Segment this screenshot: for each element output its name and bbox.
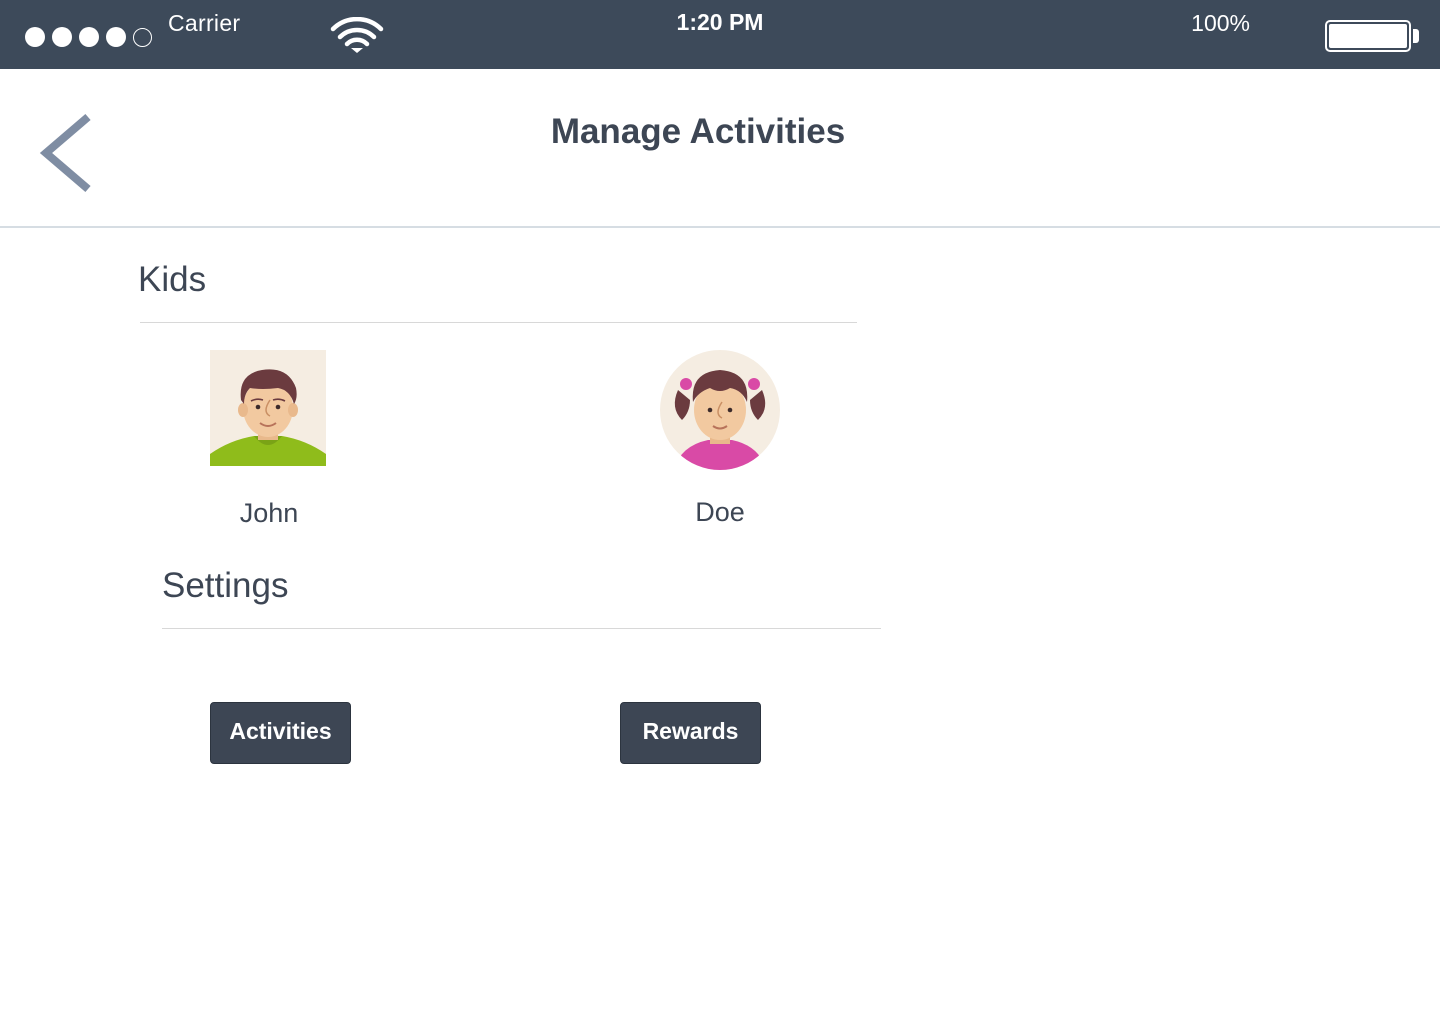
wifi-icon [330, 17, 384, 53]
boy-avatar-icon [210, 350, 326, 466]
kid-name-john[interactable]: John [169, 498, 369, 528]
rewards-button[interactable]: Rewards [620, 702, 761, 764]
kids-section-title: Kids [138, 260, 207, 299]
status-bar: Carrier 1:20 PM 100% [0, 0, 1440, 69]
signal-dot [106, 27, 126, 47]
navigation-bar: Manage Activities [0, 69, 1440, 228]
kid-avatar-john[interactable] [210, 350, 326, 466]
signal-dot-empty [133, 28, 152, 47]
signal-dot [52, 27, 72, 47]
signal-dot [79, 27, 99, 47]
kids-divider [140, 322, 857, 323]
girl-avatar-icon [660, 350, 780, 470]
battery-terminal [1413, 29, 1419, 43]
carrier-label: Carrier [168, 10, 241, 36]
page-title: Manage Activities [550, 112, 846, 151]
clock: 1:20 PM [676, 9, 764, 35]
settings-section-title: Settings [162, 566, 289, 605]
battery-icon [1325, 20, 1411, 52]
kid-name-doe[interactable]: Doe [620, 497, 820, 527]
settings-divider [162, 628, 881, 629]
battery-percentage: 100% [1191, 10, 1250, 36]
kid-avatar-doe[interactable] [660, 350, 780, 470]
signal-dot [25, 27, 45, 47]
activities-button[interactable]: Activities [210, 702, 351, 764]
battery-fill [1329, 24, 1407, 48]
